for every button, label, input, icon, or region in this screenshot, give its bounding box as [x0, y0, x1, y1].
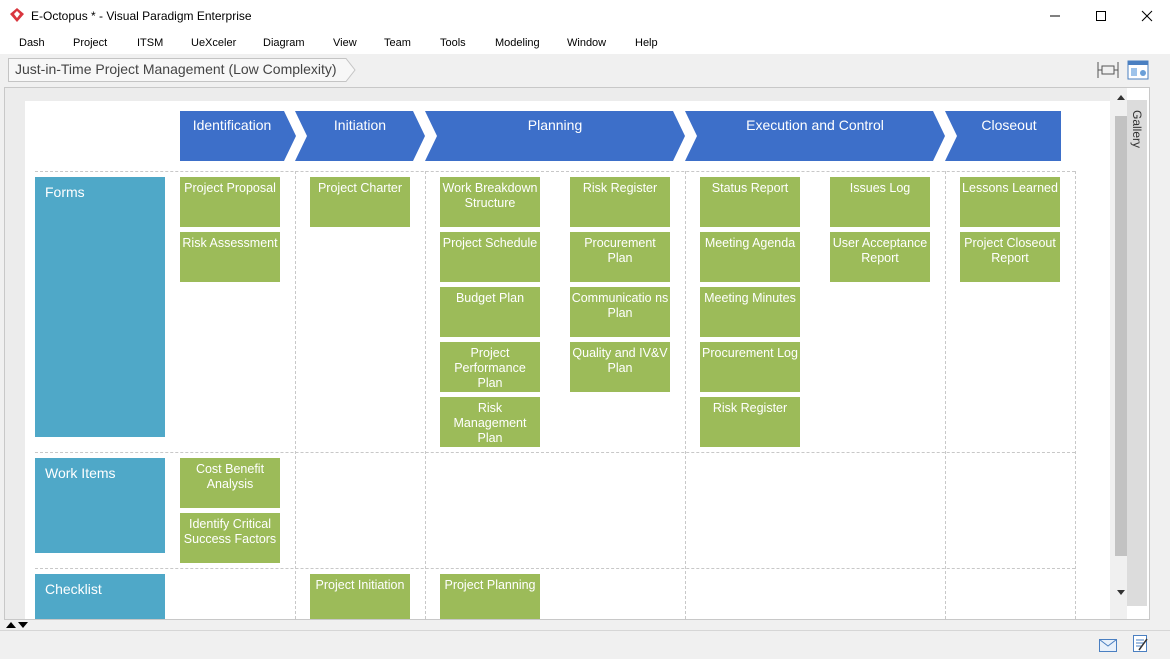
card-risk-register-exec[interactable]: Risk Register — [700, 397, 800, 447]
card-budget-plan[interactable]: Budget Plan — [440, 287, 540, 337]
card-procurement-plan[interactable]: Procurement Plan — [570, 232, 670, 282]
row-header-forms[interactable]: Forms — [35, 177, 165, 437]
card-communications-plan[interactable]: Communicatio ns Plan — [570, 287, 670, 337]
card-user-acceptance-report[interactable]: User Acceptance Report — [830, 232, 930, 282]
menu-modeling[interactable]: Modeling — [495, 37, 540, 49]
card-procurement-log[interactable]: Procurement Log — [700, 342, 800, 392]
grid-line — [945, 171, 946, 619]
grid-line — [35, 171, 1075, 172]
diagram-sheet: Identification Initiation Planning Execu… — [25, 101, 1110, 619]
status-bar — [0, 630, 1170, 659]
card-project-closeout-report[interactable]: Project Closeout Report — [960, 232, 1060, 282]
phase-label: Planning — [527, 117, 583, 133]
grid-line — [295, 171, 296, 619]
scrollbar-thumb[interactable] — [1115, 116, 1127, 556]
phase-closeout[interactable]: Closeout — [945, 111, 1061, 161]
mail-icon[interactable] — [1099, 639, 1117, 652]
minimize-icon — [1050, 15, 1060, 17]
maximize-button[interactable] — [1078, 0, 1124, 32]
app-logo-icon — [10, 8, 24, 22]
title-bar: E-Octopus * - Visual Paradigm Enterprise — [0, 0, 1170, 32]
gallery-tab[interactable]: Gallery — [1127, 100, 1147, 606]
menu-view[interactable]: View — [333, 37, 357, 49]
card-status-report[interactable]: Status Report — [700, 177, 800, 227]
menu-project[interactable]: Project — [73, 37, 107, 49]
maximize-icon — [1096, 11, 1106, 21]
menu-bar: Dash Project ITSM UeXceler Diagram View … — [0, 32, 1170, 54]
scroll-up-icon[interactable] — [1115, 92, 1127, 102]
panel-toggle-icon[interactable] — [6, 620, 32, 629]
menu-uexceler[interactable]: UeXceler — [191, 37, 236, 49]
phase-label: Execution and Control — [746, 117, 884, 133]
card-project-schedule[interactable]: Project Schedule — [440, 232, 540, 282]
menu-help[interactable]: Help — [635, 37, 658, 49]
phase-label: Initiation — [333, 117, 387, 133]
minimize-button[interactable] — [1032, 0, 1078, 32]
grid-line — [35, 568, 1075, 569]
card-project-charter[interactable]: Project Charter — [310, 177, 410, 227]
menu-diagram[interactable]: Diagram — [263, 37, 305, 49]
phase-label: Identification — [192, 117, 272, 133]
card-risk-assessment[interactable]: Risk Assessment — [180, 232, 280, 282]
card-project-initiation[interactable]: Project Initiation — [310, 574, 410, 619]
card-meeting-agenda[interactable]: Meeting Agenda — [700, 232, 800, 282]
card-risk-management-plan[interactable]: Risk Management Plan — [440, 397, 540, 447]
menu-window[interactable]: Window — [567, 37, 606, 49]
fit-diagram-icon[interactable] — [1097, 60, 1119, 80]
menu-team[interactable]: Team — [384, 37, 411, 49]
card-work-breakdown-structure[interactable]: Work Breakdown Structure — [440, 177, 540, 227]
card-issues-log[interactable]: Issues Log — [830, 177, 930, 227]
gallery-label: Gallery — [1130, 110, 1144, 149]
grid-line — [35, 452, 1075, 453]
card-project-planning[interactable]: Project Planning — [440, 574, 540, 619]
diagram-canvas[interactable]: Identification Initiation Planning Execu… — [4, 87, 1150, 620]
card-project-proposal[interactable]: Project Proposal — [180, 177, 280, 227]
card-project-performance-plan[interactable]: Project Performance Plan — [440, 342, 540, 392]
row-header-checklist[interactable]: Checklist — [35, 574, 165, 619]
canvas-background: Identification Initiation Planning Execu… — [5, 88, 1110, 619]
phase-identification[interactable]: Identification — [180, 111, 296, 161]
card-risk-register[interactable]: Risk Register — [570, 177, 670, 227]
window-title: E-Octopus * - Visual Paradigm Enterprise — [31, 9, 252, 23]
card-lessons-learned[interactable]: Lessons Learned — [960, 177, 1060, 227]
card-cost-benefit-analysis[interactable]: Cost Benefit Analysis — [180, 458, 280, 508]
phase-initiation[interactable]: Initiation — [295, 111, 425, 161]
phase-execution-and-control[interactable]: Execution and Control — [685, 111, 945, 161]
menu-dash[interactable]: Dash — [19, 37, 45, 49]
row-header-work-items[interactable]: Work Items — [35, 458, 165, 553]
card-identify-critical-success-factors[interactable]: Identify Critical Success Factors — [180, 513, 280, 563]
phase-label: Closeout — [981, 117, 1037, 133]
grid-line — [425, 171, 426, 619]
phase-planning[interactable]: Planning — [425, 111, 685, 161]
menu-tools[interactable]: Tools — [440, 37, 466, 49]
grid-line — [685, 171, 686, 619]
breadcrumb-bar: Just-in-Time Project Management (Low Com… — [0, 55, 1170, 85]
vertical-scrollbar[interactable] — [1110, 88, 1127, 619]
grid-line — [1075, 171, 1076, 619]
card-meeting-minutes[interactable]: Meeting Minutes — [700, 287, 800, 337]
layout-panel-icon[interactable] — [1127, 60, 1149, 80]
card-quality-ivv-plan[interactable]: Quality and IV&V Plan — [570, 342, 670, 392]
breadcrumb-label: Just-in-Time Project Management (Low Com… — [15, 61, 337, 77]
notes-icon[interactable] — [1133, 635, 1149, 653]
close-button[interactable] — [1124, 0, 1170, 32]
close-icon — [1141, 10, 1153, 22]
menu-itsm[interactable]: ITSM — [137, 37, 163, 49]
scroll-down-icon[interactable] — [1115, 588, 1127, 598]
